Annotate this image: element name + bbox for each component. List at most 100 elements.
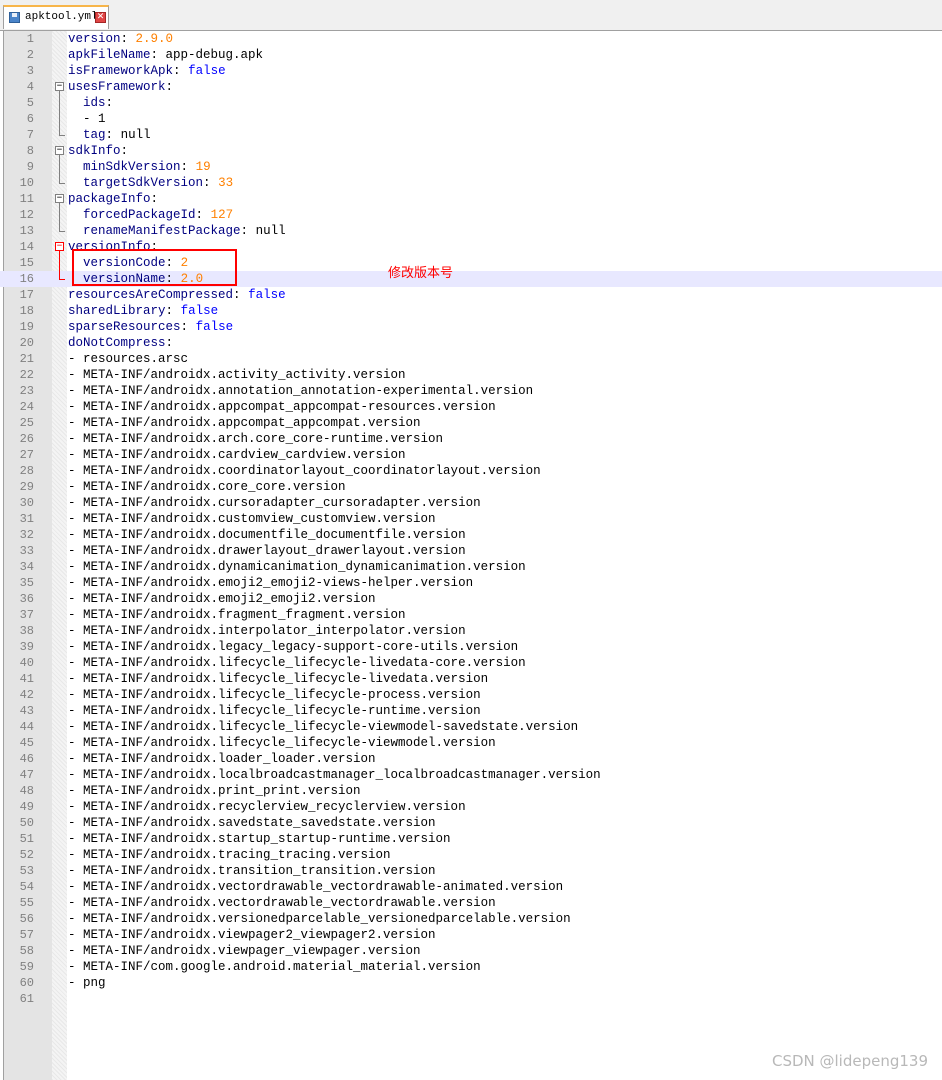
line-number: 38 — [19, 624, 34, 638]
code-text: - META-INF/androidx.core_core.version — [68, 480, 346, 494]
code-line: 24 - META-INF/androidx.appcompat_appcompa… — [0, 399, 942, 415]
yaml-key: usesFramework — [68, 80, 166, 94]
fold-toggle-icon[interactable]: − — [55, 146, 64, 155]
code-line: 39 - META-INF/androidx.legacy_legacy-supp… — [0, 639, 942, 655]
line-number: 54 — [19, 880, 34, 894]
code-line: 54 - META-INF/androidx.vectordrawable_vec… — [0, 879, 942, 895]
code-text: - META-INF/androidx.lifecycle_lifecycle-… — [68, 704, 481, 718]
code-text: - META-INF/androidx.lifecycle_lifecycle-… — [68, 736, 496, 750]
code-line: 37 - META-INF/androidx.fragment_fragment.… — [0, 607, 942, 623]
code-line: 42 - META-INF/androidx.lifecycle_lifecycl… — [0, 687, 942, 703]
line-number: 43 — [19, 704, 34, 718]
code-line: 34 - META-INF/androidx.dynamicanimation_d… — [0, 559, 942, 575]
code-text: - META-INF/androidx.loader_loader.versio… — [68, 752, 376, 766]
code-text: - META-INF/androidx.appcompat_appcompat.… — [68, 416, 421, 430]
line-number: 58 — [19, 944, 34, 958]
code-line: 59 - META-INF/com.google.android.material… — [0, 959, 942, 975]
line-number: 36 — [19, 592, 34, 606]
annotation-text: 修改版本号 — [388, 266, 454, 281]
code-text: sdkInfo: — [68, 144, 129, 158]
yaml-key: forcedPackageId — [83, 208, 196, 222]
yaml-key: tag — [83, 128, 106, 142]
fold-toggle-icon[interactable]: − — [55, 82, 64, 91]
code-text: - META-INF/androidx.appcompat_appcompat-… — [68, 400, 496, 414]
line-number: 21 — [19, 352, 34, 366]
code-text: forcedPackageId: 127 — [83, 208, 234, 222]
code-text: - META-INF/androidx.vectordrawable_vecto… — [68, 880, 564, 894]
code-line: 33 - META-INF/androidx.drawerlayout_drawe… — [0, 543, 942, 559]
code-text: isFrameworkApk: false — [68, 64, 226, 78]
code-line: 8 sdkInfo: — [0, 143, 942, 159]
fold-toggle-icon[interactable]: − — [55, 194, 64, 203]
code-line: 48 - META-INF/androidx.print_print.versio… — [0, 783, 942, 799]
code-line: 27 - META-INF/androidx.cardview_cardview.… — [0, 447, 942, 463]
line-number: 3 — [26, 64, 34, 78]
code-text: - META-INF/androidx.viewpager_viewpager.… — [68, 944, 421, 958]
line-number: 60 — [19, 976, 34, 990]
line-number: 16 — [19, 272, 34, 286]
code-line: 3 isFrameworkApk: false — [0, 63, 942, 79]
line-number: 23 — [19, 384, 34, 398]
line-number: 61 — [19, 992, 34, 1006]
yaml-value: app-debug.apk — [165, 48, 264, 62]
code-line: 20 doNotCompress: — [0, 335, 942, 351]
yaml-key: sharedLibrary — [68, 304, 166, 318]
code-line: 51 - META-INF/androidx.startup_startup-ru… — [0, 831, 942, 847]
code-line: 2 apkFileName: app-debug.apk — [0, 47, 942, 63]
tab-apktool-yml[interactable]: apktool.yml ✕ — [3, 5, 109, 29]
yaml-value: false — [180, 304, 219, 318]
code-line: 29 - META-INF/androidx.core_core.version — [0, 479, 942, 495]
line-number: 40 — [19, 656, 34, 670]
code-text: - META-INF/androidx.coordinatorlayout_co… — [68, 464, 541, 478]
yaml-value: 127 — [210, 208, 234, 222]
code-text: - META-INF/androidx.drawerlayout_drawerl… — [68, 544, 466, 558]
line-number: 1 — [26, 32, 34, 46]
code-line: 38 - META-INF/androidx.interpolator_inter… — [0, 623, 942, 639]
line-number: 59 — [19, 960, 34, 974]
fold-guide-line — [59, 251, 60, 279]
yaml-key: version — [68, 32, 121, 46]
yaml-key: sdkInfo — [68, 144, 121, 158]
line-number: 53 — [19, 864, 34, 878]
close-icon[interactable]: ✕ — [95, 12, 106, 23]
line-number: 46 — [19, 752, 34, 766]
code-line: 53 - META-INF/androidx.transition_transit… — [0, 863, 942, 879]
yaml-key: apkFileName — [68, 48, 151, 62]
code-text: targetSdkVersion: 33 — [83, 176, 234, 190]
code-line: 4 usesFramework: — [0, 79, 942, 95]
code-line: 26 - META-INF/androidx.arch.core_core-run… — [0, 431, 942, 447]
code-line: 30 - META-INF/androidx.cursoradapter_curs… — [0, 495, 942, 511]
code-line: 50 - META-INF/androidx.savedstate_savedst… — [0, 815, 942, 831]
line-number: 37 — [19, 608, 34, 622]
yaml-key: resourcesAreCompressed — [68, 288, 234, 302]
code-line: 46 - META-INF/androidx.loader_loader.vers… — [0, 751, 942, 767]
code-text: - META-INF/androidx.fragment_fragment.ve… — [68, 608, 406, 622]
yaml-key: ids — [83, 96, 106, 110]
code-text: - META-INF/androidx.customview_customvie… — [68, 512, 436, 526]
fold-guide-line — [59, 155, 60, 183]
yaml-key: packageInfo — [68, 192, 151, 206]
fold-toggle-icon[interactable]: − — [55, 242, 64, 251]
code-line: 31 - META-INF/androidx.customview_customv… — [0, 511, 942, 527]
code-text: - META-INF/androidx.lifecycle_lifecycle-… — [68, 656, 526, 670]
code-text: - META-INF/androidx.arch.core_core-runti… — [68, 432, 444, 446]
code-line: 28 - META-INF/androidx.coordinatorlayout_… — [0, 463, 942, 479]
code-text: - META-INF/androidx.dynamicanimation_dyn… — [68, 560, 526, 574]
code-text: renameManifestPackage: null — [83, 224, 286, 238]
code-text: - META-INF/androidx.cardview_cardview.ve… — [68, 448, 406, 462]
code-line: 35 - META-INF/androidx.emoji2_emoji2-view… — [0, 575, 942, 591]
code-text: minSdkVersion: 19 — [83, 160, 211, 174]
code-line: 61 — [0, 991, 942, 1007]
code-line: 43 - META-INF/androidx.lifecycle_lifecycl… — [0, 703, 942, 719]
line-number: 35 — [19, 576, 34, 590]
code-line: 7 tag: null — [0, 127, 942, 143]
tab-label: apktool.yml — [25, 11, 98, 23]
line-number: 7 — [26, 128, 34, 142]
line-number: 13 — [19, 224, 34, 238]
yaml-value: 2.9.0 — [135, 32, 174, 46]
code-line: 40 - META-INF/androidx.lifecycle_lifecycl… — [0, 655, 942, 671]
code-text: - META-INF/androidx.lifecycle_lifecycle-… — [68, 688, 481, 702]
yaml-value: false — [248, 288, 286, 302]
yaml-value: null — [120, 128, 151, 142]
line-number: 29 — [19, 480, 34, 494]
